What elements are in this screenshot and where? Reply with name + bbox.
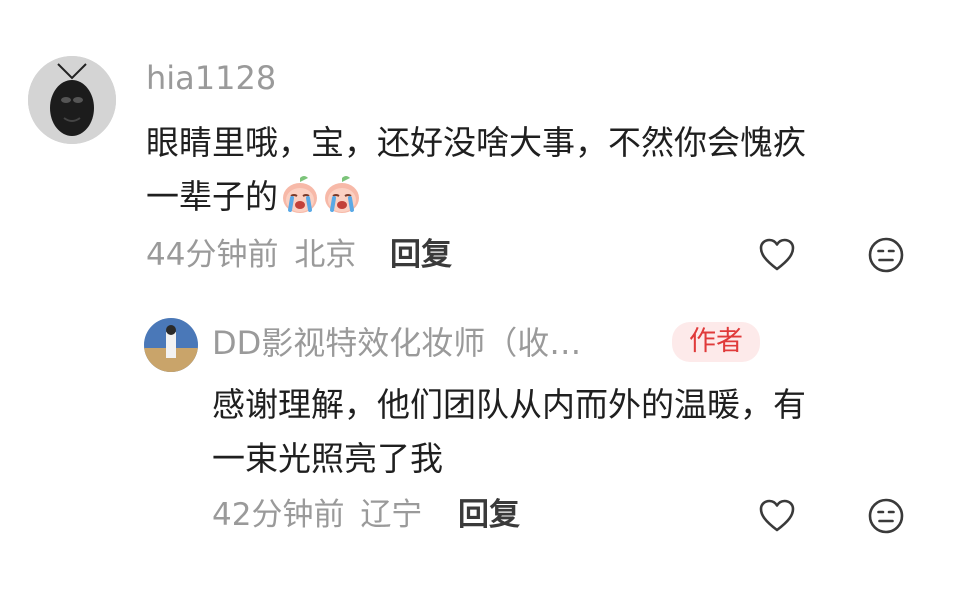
crying-peach-emoji (322, 174, 362, 214)
reply-time: 42分钟前 (212, 497, 345, 533)
comment-time: 44分钟前 (146, 237, 279, 273)
comment-meta: 44分钟前 北京 (146, 234, 356, 276)
reply-text-line-2: 一束光照亮了我 (212, 439, 443, 478)
reply-meta: 42分钟前 辽宁 (212, 494, 422, 536)
reply-text: 感谢理解，他们团队从内而外的温暖，有 一束光照亮了我 (212, 378, 932, 486)
comment-username[interactable]: hia1128 (146, 58, 276, 98)
comment-reply-button[interactable]: 回复 (390, 234, 452, 276)
dislike-face-icon[interactable] (866, 496, 906, 536)
comment-location: 北京 (294, 237, 357, 273)
avatar[interactable] (28, 56, 116, 144)
heart-icon[interactable] (757, 496, 797, 536)
avatar[interactable] (144, 318, 198, 372)
reply-location: 辽宁 (360, 497, 423, 533)
reply-reply-button[interactable]: 回复 (458, 494, 520, 536)
comment-text: 眼睛里哦，宝，还好没啥大事，不然你会愧疚 一辈子的 (146, 116, 926, 224)
heart-icon[interactable] (757, 235, 797, 275)
comment-text-line-2-text: 一辈子的 (146, 177, 278, 216)
crying-peach-emoji (280, 174, 320, 214)
dislike-face-icon[interactable] (866, 235, 906, 275)
author-badge: 作者 (672, 322, 760, 362)
comment-item: hia1128 眼睛里哦，宝，还好没啥大事，不然你会愧疚 一辈子的 44分钟前 … (0, 0, 964, 300)
reply-item: DD影视特效化妆师（收… 作者 感谢理解，他们团队从内而外的温暖，有 一束光照亮… (0, 300, 964, 593)
reply-text-line-1: 感谢理解，他们团队从内而外的温暖，有 (212, 385, 806, 424)
comment-text-line-1: 眼睛里哦，宝，还好没啥大事，不然你会愧疚 (146, 123, 806, 162)
reply-username[interactable]: DD影视特效化妆师（收… (212, 322, 657, 364)
comment-text-line-2: 一辈子的 (146, 170, 926, 224)
